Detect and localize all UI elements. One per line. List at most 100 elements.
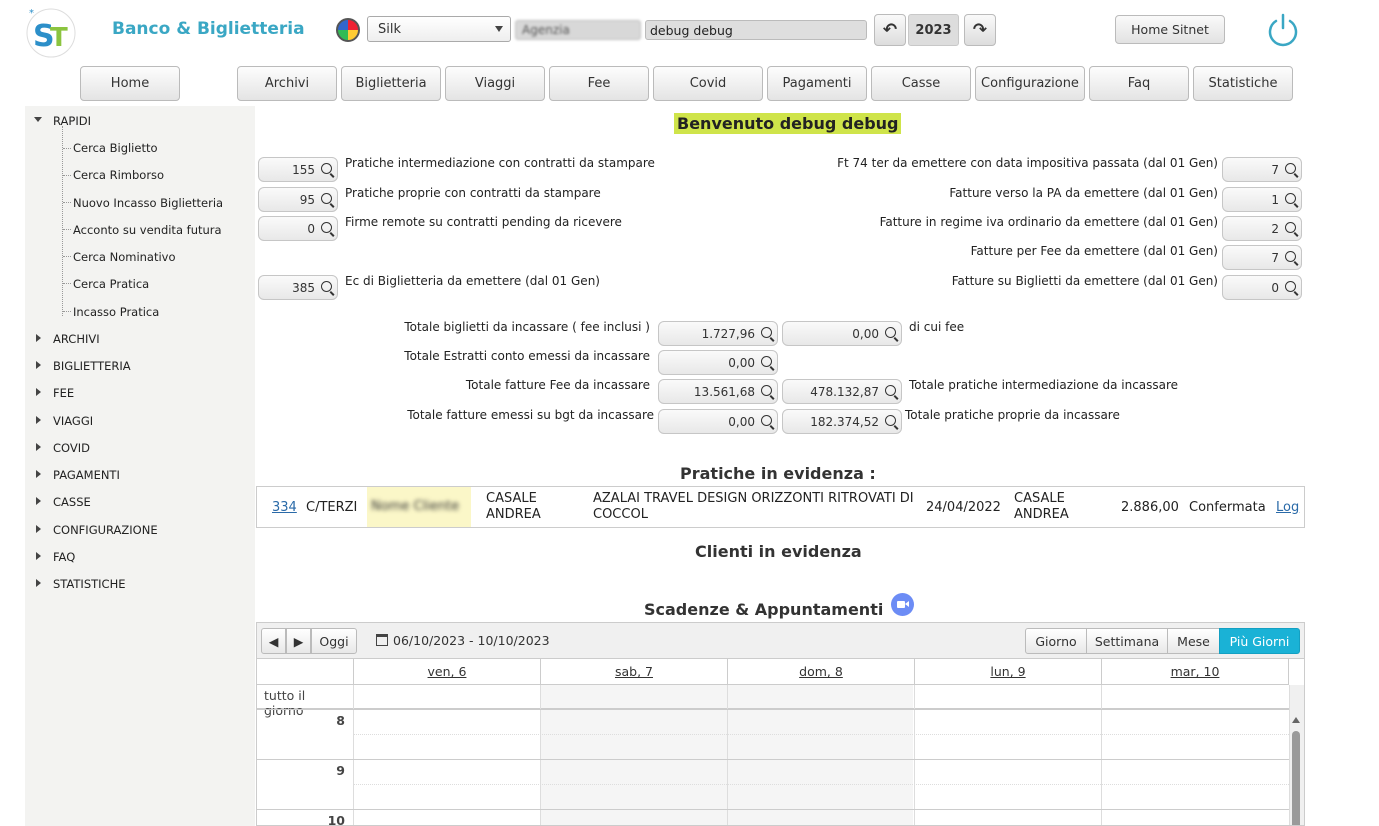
search-icon[interactable]	[1285, 281, 1296, 292]
total-box[interactable]: 478.132,87	[782, 379, 902, 404]
theme-palette-icon[interactable]	[336, 18, 360, 42]
tree-item-cerca-pratica[interactable]: Cerca Pratica	[73, 277, 149, 291]
menu-fee[interactable]: Fee	[549, 66, 649, 101]
total-box[interactable]: 1.727,96	[658, 321, 778, 346]
menu-viaggi[interactable]: Viaggi	[445, 66, 545, 101]
tree-group-fee[interactable]: FEE	[53, 386, 74, 400]
next-year-button[interactable]: ↷	[964, 14, 996, 46]
total-box[interactable]: 0,00	[658, 350, 778, 375]
count-box[interactable]: 1	[1222, 187, 1302, 212]
search-icon[interactable]	[761, 327, 772, 338]
search-icon[interactable]	[761, 415, 772, 426]
search-icon[interactable]	[321, 193, 332, 204]
pratica-row[interactable]: 334 C/TERZI Nome Cliente CASALE ANDREA A…	[256, 486, 1305, 528]
tree-item-cerca-biglietto[interactable]: Cerca Biglietto	[73, 141, 158, 155]
tree-group-viaggi[interactable]: VIAGGI	[53, 414, 93, 428]
collapsed-arrow-icon[interactable]	[36, 361, 41, 369]
search-icon[interactable]	[321, 281, 332, 292]
total-box[interactable]: 13.561,68	[658, 379, 778, 404]
video-call-icon[interactable]	[891, 593, 914, 616]
tree-item-incasso-pratica[interactable]: Incasso Pratica	[73, 305, 159, 319]
day-header[interactable]: lun, 9	[914, 659, 1101, 685]
pratica-number-link[interactable]: 334	[272, 500, 297, 516]
tree-group-covid[interactable]: COVID	[53, 441, 90, 455]
total-box[interactable]: 0,00	[658, 409, 778, 434]
count-box[interactable]: 7	[1222, 157, 1302, 182]
tree-group-faq[interactable]: FAQ	[53, 550, 75, 564]
tree-group-rapidi[interactable]: RAPIDI	[53, 114, 91, 128]
tree-item-cerca-nominativo[interactable]: Cerca Nominativo	[73, 250, 176, 264]
scroll-up-icon[interactable]	[1292, 717, 1300, 723]
view-giorno-button[interactable]: Giorno	[1025, 628, 1087, 654]
menu-archivi[interactable]: Archivi	[237, 66, 337, 101]
collapsed-arrow-icon[interactable]	[36, 388, 41, 396]
menu-biglietteria[interactable]: Biglietteria	[341, 66, 441, 101]
count-box[interactable]: 2	[1222, 216, 1302, 241]
collapsed-arrow-icon[interactable]	[36, 497, 41, 505]
search-icon[interactable]	[321, 222, 332, 233]
user-field[interactable]: debug debug	[645, 20, 867, 40]
search-icon[interactable]	[761, 385, 772, 396]
menu-faq[interactable]: Faq	[1089, 66, 1189, 101]
tree-group-configurazione[interactable]: CONFIGURAZIONE	[53, 523, 158, 537]
menu-casse[interactable]: Casse	[871, 66, 971, 101]
search-icon[interactable]	[885, 327, 896, 338]
previous-year-button[interactable]: ↶	[874, 14, 906, 46]
search-icon[interactable]	[761, 356, 772, 367]
menu-covid[interactable]: Covid	[653, 66, 763, 101]
agency-field[interactable]: Agenzia	[515, 20, 641, 40]
collapsed-arrow-icon[interactable]	[36, 552, 41, 560]
search-icon[interactable]	[1285, 193, 1296, 204]
redacted-text: Nome Cliente	[371, 499, 460, 514]
pratica-log-link[interactable]: Log	[1276, 500, 1299, 516]
collapsed-arrow-icon[interactable]	[36, 525, 41, 533]
count-box[interactable]: 0	[1222, 275, 1302, 300]
calendar-scroll-thumb[interactable]	[1292, 731, 1300, 825]
search-icon[interactable]	[1285, 251, 1296, 262]
count-box[interactable]: 95	[258, 187, 338, 212]
collapsed-arrow-icon[interactable]	[36, 443, 41, 451]
logo: S T *	[26, 8, 76, 58]
menu-statistiche[interactable]: Statistiche	[1193, 66, 1293, 101]
count-box[interactable]: 7	[1222, 245, 1302, 270]
search-icon[interactable]	[885, 415, 896, 426]
calendar-today-button[interactable]: Oggi	[311, 628, 357, 654]
theme-select[interactable]: Silk	[367, 16, 511, 42]
day-header[interactable]: ven, 6	[353, 659, 540, 685]
count-box[interactable]: 155	[258, 157, 338, 182]
tree-group-pagamenti[interactable]: PAGAMENTI	[53, 468, 120, 482]
collapsed-arrow-icon[interactable]	[36, 470, 41, 478]
day-header[interactable]: mar, 10	[1101, 659, 1289, 685]
power-icon[interactable]	[1265, 12, 1301, 48]
search-icon[interactable]	[1285, 222, 1296, 233]
tree-group-biglietteria[interactable]: BIGLIETTERIA	[53, 359, 131, 373]
search-icon[interactable]	[1285, 163, 1296, 174]
collapsed-arrow-icon[interactable]	[36, 579, 41, 587]
count-box[interactable]: 385	[258, 275, 338, 300]
tree-item-nuovo-incasso[interactable]: Nuovo Incasso Biglietteria	[73, 196, 223, 210]
view-mese-button[interactable]: Mese	[1167, 628, 1220, 654]
search-icon[interactable]	[321, 163, 332, 174]
tree-item-acconto[interactable]: Acconto su vendita futura	[73, 223, 222, 237]
day-header[interactable]: dom, 8	[727, 659, 914, 685]
menu-home[interactable]: Home	[80, 66, 180, 101]
expanded-arrow-icon[interactable]	[34, 117, 42, 122]
total-box[interactable]: 0,00	[782, 321, 902, 346]
menu-pagamenti[interactable]: Pagamenti	[767, 66, 867, 101]
calendar-prev-button[interactable]: ◀	[261, 628, 286, 654]
total-box[interactable]: 182.374,52	[782, 409, 902, 434]
view-settimana-button[interactable]: Settimana	[1086, 628, 1168, 654]
collapsed-arrow-icon[interactable]	[36, 334, 41, 342]
count-box[interactable]: 0	[258, 216, 338, 241]
tree-group-archivi[interactable]: ARCHIVI	[53, 332, 100, 346]
tree-group-statistiche[interactable]: STATISTICHE	[53, 577, 125, 591]
tree-group-casse[interactable]: CASSE	[53, 495, 91, 509]
menu-configurazione[interactable]: Configurazione	[975, 66, 1085, 101]
view-piu-giorni-button[interactable]: Più Giorni	[1219, 628, 1300, 654]
tree-item-cerca-rimborso[interactable]: Cerca Rimborso	[73, 168, 164, 182]
day-header[interactable]: sab, 7	[540, 659, 727, 685]
collapsed-arrow-icon[interactable]	[36, 416, 41, 424]
search-icon[interactable]	[885, 385, 896, 396]
home-sitnet-button[interactable]: Home Sitnet	[1115, 15, 1225, 44]
calendar-next-button[interactable]: ▶	[286, 628, 311, 654]
